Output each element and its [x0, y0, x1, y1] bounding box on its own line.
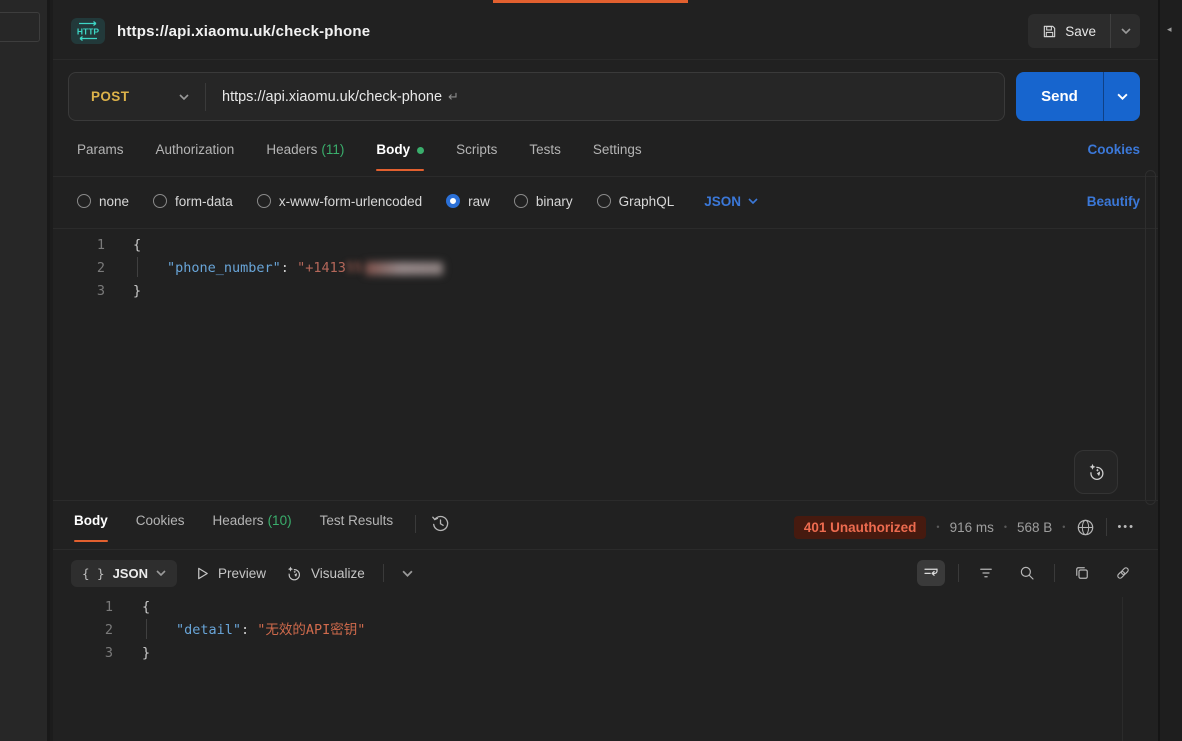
preview-button[interactable]: Preview: [195, 566, 266, 581]
modified-dot-icon: [417, 147, 424, 154]
url-input[interactable]: https://api.xiaomu.uk/check-phone: [206, 89, 442, 105]
radio-icon: [597, 194, 611, 208]
pane-divider[interactable]: [53, 500, 1158, 501]
body-mode-radio[interactable]: form-data: [153, 194, 233, 209]
cookies-link[interactable]: Cookies: [1087, 142, 1140, 157]
response-meta: 401 Unauthorized • 916 ms • 568 B • •••: [794, 505, 1135, 549]
radio-icon: [514, 194, 528, 208]
chevron-down-icon: [156, 570, 166, 576]
body-mode-radio[interactable]: binary: [514, 194, 573, 209]
search-icon: [1018, 564, 1036, 582]
right-sidebar-rail: ◂: [1158, 0, 1182, 741]
divider: [383, 564, 384, 582]
request-tab[interactable]: Scripts: [456, 142, 497, 171]
braces-icon: { }: [82, 566, 105, 581]
radio-icon: [446, 194, 460, 208]
postbot-sparkle-icon: [1085, 461, 1107, 483]
chevron-down-icon: [1121, 28, 1131, 34]
raw-language-select[interactable]: JSON: [704, 194, 758, 209]
link-button[interactable]: [1109, 560, 1137, 586]
response-actions: [917, 560, 1137, 586]
body-mode-radio[interactable]: x-www-form-urlencoded: [257, 194, 422, 209]
request-header-bar: HTTP https://api.xiaomu.uk/check-phone S…: [53, 3, 1158, 60]
request-tab[interactable]: Tests: [529, 142, 561, 171]
request-tab[interactable]: Params: [77, 142, 124, 171]
filter-button[interactable]: [972, 560, 1000, 586]
play-icon: [195, 566, 210, 581]
radio-icon: [77, 194, 91, 208]
return-key-hint: ↵: [448, 89, 459, 105]
link-icon: [1114, 564, 1132, 582]
divider: [958, 564, 959, 582]
save-split-button: Save: [1028, 14, 1140, 48]
main-panel: HTTP https://api.xiaomu.uk/check-phone S…: [53, 0, 1158, 741]
response-size[interactable]: 568 B: [1017, 520, 1052, 535]
response-format-select[interactable]: { } JSON: [71, 560, 177, 587]
postbot-button[interactable]: [1074, 450, 1118, 494]
request-tab[interactable]: Body: [376, 142, 424, 171]
request-body-editor[interactable]: 1{2"phone_number": "+1413553}: [53, 234, 443, 303]
chevron-down-icon[interactable]: [402, 570, 413, 577]
left-sidebar-rail: [0, 0, 50, 741]
filter-icon: [977, 564, 995, 582]
response-time[interactable]: 916 ms: [950, 520, 994, 535]
divider: [1054, 564, 1055, 582]
dot-separator: •: [1004, 522, 1007, 532]
divider: [1122, 597, 1123, 741]
divider: [1106, 518, 1107, 536]
url-builder: POST https://api.xiaomu.uk/check-phone ↵: [68, 72, 1005, 121]
send-split-button: Send: [1016, 72, 1140, 121]
response-body-viewer[interactable]: 1{2"detail": "无效的API密钥"3}: [53, 596, 365, 665]
response-tab[interactable]: Headers(10): [213, 513, 292, 542]
response-tab[interactable]: Body: [74, 513, 108, 542]
word-wrap-icon: [922, 564, 940, 582]
sidebar-collapsed-item[interactable]: [0, 12, 40, 42]
body-mode-row: none form-data x-www-form-urlencoded raw: [77, 186, 1140, 216]
response-history-icon[interactable]: [430, 513, 451, 534]
request-tab[interactable]: Headers(11): [266, 142, 344, 171]
dot-separator: •: [936, 522, 939, 532]
chevron-down-icon: [1117, 93, 1128, 100]
beautify-link[interactable]: Beautify: [1087, 194, 1140, 209]
body-mode-radio[interactable]: raw: [446, 194, 490, 209]
save-label: Save: [1065, 24, 1096, 39]
http-request-icon: HTTP: [71, 18, 105, 44]
wrap-lines-button[interactable]: [917, 560, 945, 586]
network-globe-icon[interactable]: [1075, 517, 1096, 538]
send-options-button[interactable]: [1103, 72, 1140, 121]
search-button[interactable]: [1013, 560, 1041, 586]
collapse-panel-arrow-icon[interactable]: ◂: [1167, 24, 1172, 35]
body-mode-radio[interactable]: GraphQL: [597, 194, 675, 209]
request-tabs: Params Authorization Headers(11) Body Sc…: [53, 140, 1158, 177]
app-window: HTTP https://api.xiaomu.uk/check-phone S…: [0, 0, 1182, 741]
radio-icon: [257, 194, 271, 208]
response-toolbar: { } JSON Preview Visualize: [71, 556, 1137, 590]
request-title: https://api.xiaomu.uk/check-phone: [117, 23, 370, 40]
response-tab[interactable]: Test Results: [320, 513, 394, 542]
save-button[interactable]: Save: [1028, 14, 1110, 48]
visualize-button[interactable]: Visualize: [284, 564, 365, 583]
chevron-down-icon: [748, 198, 758, 204]
divider: [415, 515, 416, 533]
body-mode-radio[interactable]: none: [77, 194, 129, 209]
method-chevron-icon[interactable]: [179, 94, 189, 100]
save-options-button[interactable]: [1110, 14, 1140, 48]
floppy-disk-icon: [1042, 24, 1057, 39]
divider: [53, 228, 1158, 229]
scrollbar-track[interactable]: [1145, 170, 1156, 505]
more-options-icon[interactable]: •••: [1117, 521, 1135, 533]
svg-text:HTTP: HTTP: [77, 27, 100, 37]
request-tab[interactable]: Settings: [593, 142, 642, 171]
copy-button[interactable]: [1068, 560, 1096, 586]
response-tab[interactable]: Cookies: [136, 513, 185, 542]
request-tab[interactable]: Authorization: [156, 142, 235, 171]
copy-icon: [1073, 564, 1091, 582]
dot-separator: •: [1062, 522, 1065, 532]
sparkle-circle-icon: [284, 564, 303, 583]
method-selector[interactable]: POST: [69, 89, 179, 104]
status-badge[interactable]: 401 Unauthorized: [794, 516, 927, 539]
send-button[interactable]: Send: [1016, 72, 1103, 121]
radio-icon: [153, 194, 167, 208]
